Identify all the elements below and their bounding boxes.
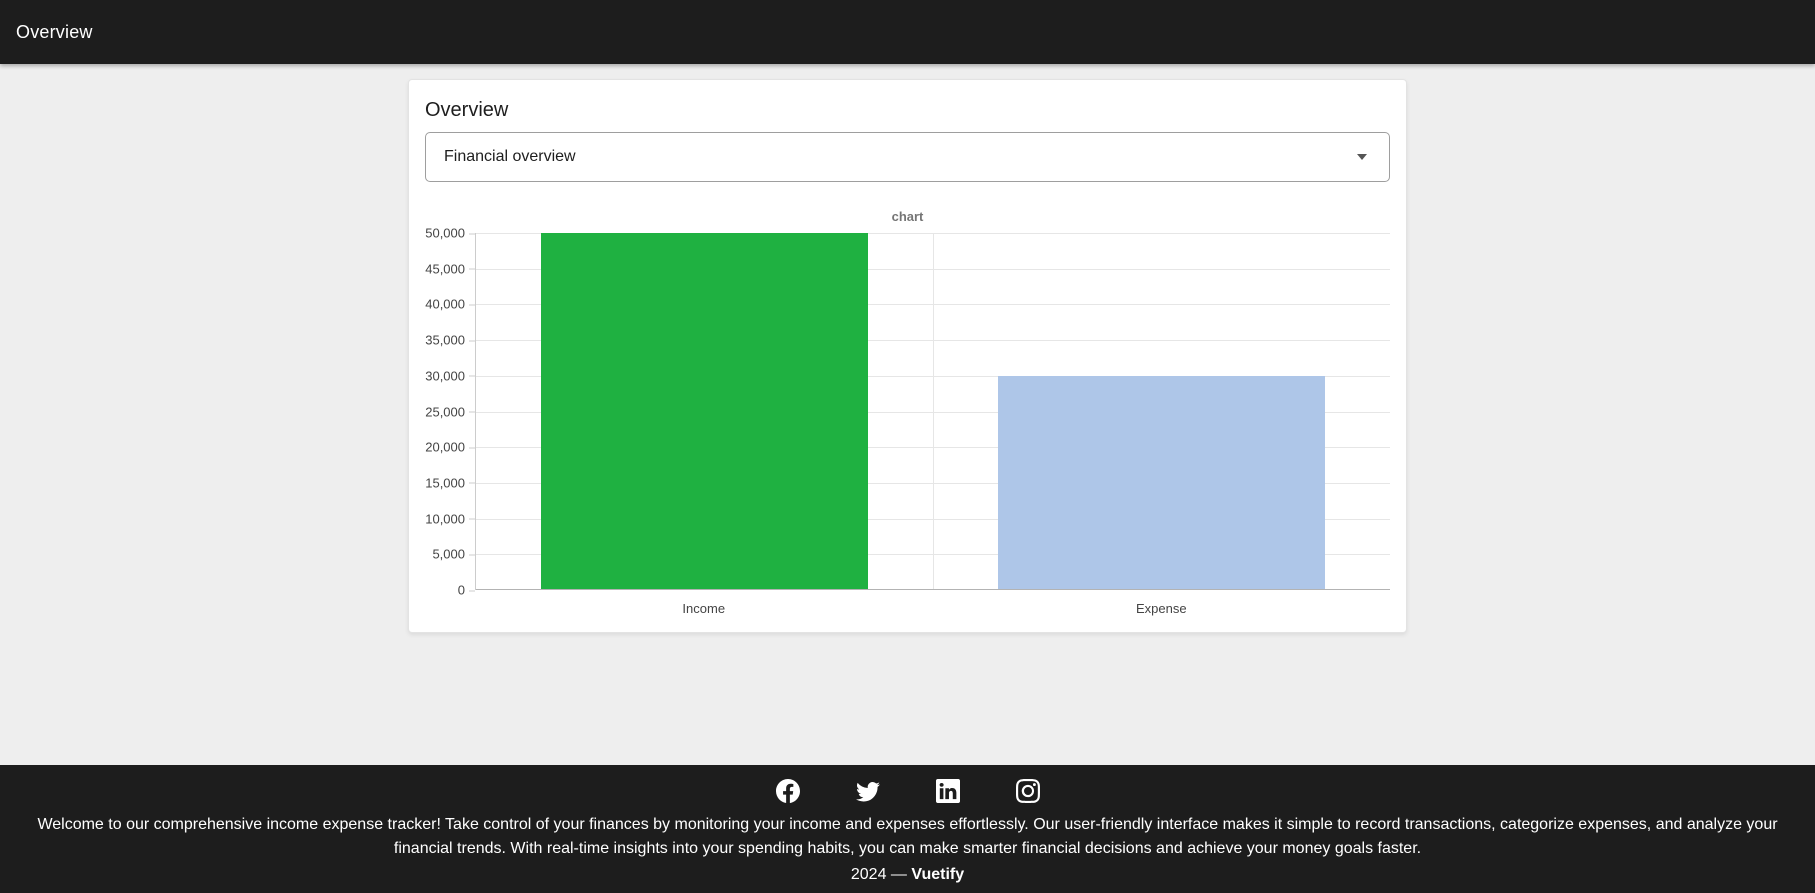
y-axis-labels: 0 5,000 10,000 15,000 20,000 25,000 30,000 35,0…	[425, 227, 476, 597]
app-bar: Overview	[0, 0, 1815, 64]
app-bar-title: Overview	[16, 21, 93, 42]
x-axis-label-income: Income	[682, 601, 726, 616]
copyright-year: 2024 —	[850, 866, 912, 883]
y-tick-label: 50,000	[425, 225, 475, 241]
chart-type-select[interactable]: Financial overview	[425, 132, 1390, 182]
chart-grid: 0 5,000 10,000 15,000 20,000 25,000 30,000 35,0…	[425, 227, 1390, 597]
y-tick-label: 10,000	[425, 511, 475, 527]
page: Overview Overview Financial overview cha…	[0, 0, 1815, 893]
copyright-brand: Vuetify	[911, 866, 965, 883]
instagram-button[interactable]	[1010, 773, 1046, 809]
main-content: Overview Financial overview chart 0 5,000…	[0, 64, 1815, 765]
bar-income[interactable]	[540, 233, 868, 590]
y-tick-label: 25,000	[425, 404, 475, 419]
category-cells	[476, 233, 1390, 590]
bar-expense[interactable]	[998, 375, 1326, 590]
chart-title: chart	[891, 209, 924, 224]
linkedin-icon	[935, 779, 960, 803]
card-title: Overview	[425, 99, 509, 121]
social-links	[36, 773, 1779, 809]
y-tick-label: 40,000	[425, 296, 475, 312]
instagram-icon	[1015, 779, 1040, 803]
select-value: Financial overview	[444, 148, 576, 165]
twitter-button[interactable]	[850, 773, 886, 809]
overview-card: Overview Financial overview chart 0 5,000…	[408, 79, 1407, 633]
footer-description: Welcome to our comprehensive income expe…	[37, 816, 1778, 857]
y-tick-label: 5,000	[432, 546, 475, 562]
x-axis-baseline	[476, 589, 1390, 590]
x-axis-label-expense: Expense	[1135, 601, 1187, 616]
facebook-icon	[775, 779, 800, 803]
chevron-down-icon	[1357, 154, 1367, 160]
footer-copyright: 2024 — Vuetify	[36, 863, 1779, 887]
y-tick-label: 15,000	[425, 475, 475, 491]
category-cell-income	[476, 233, 933, 590]
plot-area	[475, 233, 1390, 590]
x-axis-labels: Income Expense	[475, 601, 1390, 616]
y-tick-label: 30,000	[425, 368, 475, 384]
footer: Welcome to our comprehensive income expe…	[0, 765, 1815, 893]
linkedin-button[interactable]	[930, 773, 966, 809]
y-tick-label: 20,000	[425, 439, 475, 455]
y-tick-label: 45,000	[425, 261, 475, 277]
y-tick-label: 0	[457, 582, 476, 598]
twitter-icon	[855, 781, 880, 802]
y-tick-label: 35,000	[425, 332, 475, 348]
category-cell-expense	[932, 233, 1391, 590]
chart: chart 0 5,000 10,000 15,000 20,000 25,000 30,0…	[425, 209, 1390, 616]
facebook-button[interactable]	[770, 773, 806, 809]
